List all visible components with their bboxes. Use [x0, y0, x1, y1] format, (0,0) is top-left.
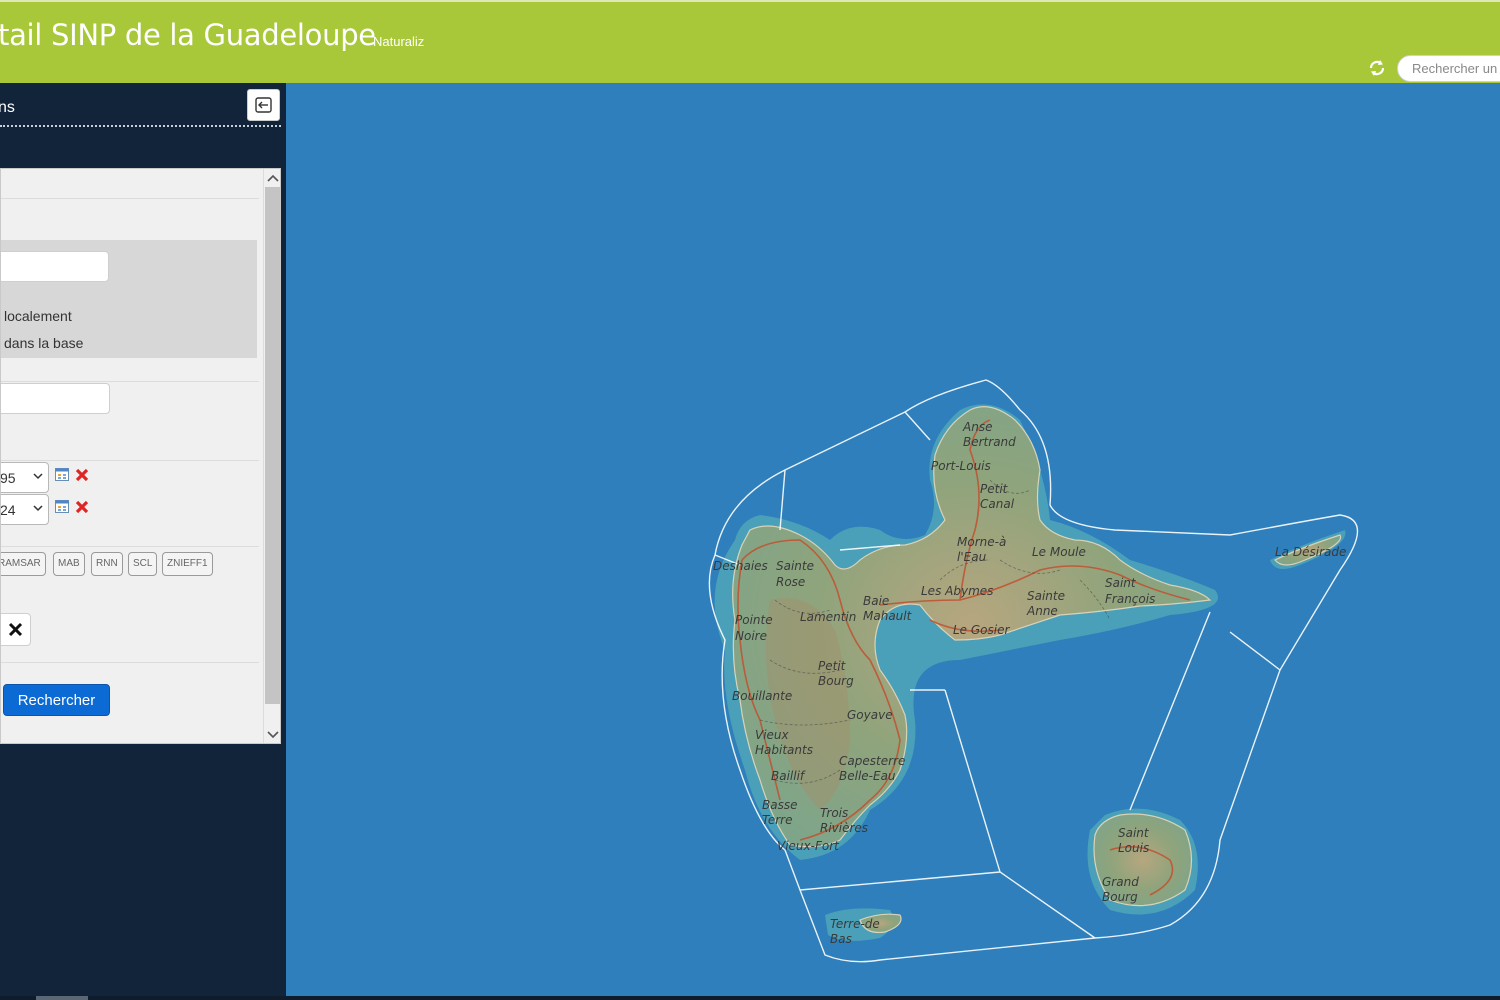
- town-label: La Désirade: [1275, 545, 1346, 559]
- town-label: Noire: [735, 629, 767, 643]
- town-label: l'Eau: [957, 550, 987, 564]
- status-bar-segment: [36, 996, 88, 1000]
- section-divider: [1, 546, 259, 547]
- town-label: Anse: [962, 420, 992, 434]
- clear-date-from-icon[interactable]: [74, 467, 90, 483]
- search-input[interactable]: Rechercher un: [1397, 55, 1500, 82]
- panel-title: ns: [0, 99, 15, 116]
- town-label: Sainte: [776, 559, 814, 573]
- town-label: Saint: [1118, 826, 1150, 840]
- town-label: Canal: [980, 497, 1015, 511]
- date-to-value: 24: [0, 502, 16, 518]
- map-view[interactable]: Anse Bertrand Port-Louis Petit Canal Mor…: [286, 83, 1500, 996]
- town-label: Mahault: [863, 609, 913, 623]
- town-label: Capesterre: [839, 754, 905, 768]
- search-form: localement dans la base 95 24 RAMSAR MAB…: [0, 168, 281, 744]
- town-label: Les Abymes: [921, 584, 993, 598]
- town-label: Habitants: [755, 743, 813, 757]
- town-label: Baillif: [771, 769, 806, 783]
- location-option-base[interactable]: dans la base: [4, 335, 83, 351]
- refresh-icon[interactable]: [1367, 58, 1387, 78]
- app-subtitle: Naturaliz: [373, 34, 425, 49]
- town-label: Goyave: [847, 708, 893, 722]
- town-label: Petit: [980, 482, 1009, 496]
- chevron-down-icon: [33, 473, 43, 480]
- town-label: Bourg: [1102, 890, 1138, 904]
- scroll-down-icon[interactable]: [267, 730, 279, 740]
- section-divider: [1, 460, 259, 461]
- town-label: Anne: [1026, 604, 1058, 618]
- section-divider: [1, 662, 259, 663]
- town-label: Bas: [830, 932, 852, 946]
- map-canvas[interactable]: Anse Bertrand Port-Louis Petit Canal Mor…: [286, 83, 1500, 996]
- town-label: Baie: [863, 594, 889, 608]
- town-label: Terre-de: [830, 917, 880, 931]
- town-label: Bouillante: [732, 689, 792, 703]
- town-label: François: [1105, 592, 1155, 606]
- section-divider: [1, 381, 259, 382]
- town-label: Trois: [820, 806, 848, 820]
- town-label: Grand: [1102, 875, 1139, 889]
- section-divider: [1, 198, 259, 199]
- town-label: Vieux-Fort: [777, 839, 840, 853]
- town-label: Belle-Eau: [839, 769, 896, 783]
- town-label: Le Moule: [1032, 545, 1086, 559]
- calendar-icon[interactable]: [55, 500, 69, 513]
- town-label: Deshaies: [713, 559, 768, 573]
- scrollbar-thumb[interactable]: [265, 187, 280, 704]
- clear-date-to-icon[interactable]: [74, 499, 90, 515]
- town-label: Sainte: [1027, 589, 1065, 603]
- town-label: Terre: [762, 813, 792, 827]
- town-label: Louis: [1118, 841, 1149, 855]
- form-scrollbar[interactable]: [263, 169, 280, 743]
- town-label: Rose: [776, 575, 805, 589]
- date-from-value: 95: [0, 470, 16, 486]
- town-label: Le Gosier: [953, 623, 1010, 637]
- town-label: Morne-à: [957, 535, 1006, 549]
- arrow-left-icon: [255, 97, 272, 113]
- search-button[interactable]: Rechercher: [3, 684, 110, 716]
- scroll-up-icon[interactable]: [267, 173, 279, 183]
- tag-ramsar[interactable]: RAMSAR: [1, 552, 46, 576]
- town-label: Saint: [1105, 576, 1137, 590]
- clear-filters-button[interactable]: [1, 613, 31, 646]
- town-label: Petit: [818, 659, 847, 673]
- town-label: Port-Louis: [931, 459, 991, 473]
- side-panel: ns localement dans la base 95 24 RAMSAR …: [0, 83, 286, 996]
- app-title: tail SINP de la Guadeloupe: [0, 18, 376, 52]
- town-label: Bourg: [818, 674, 854, 688]
- town-label: Basse: [762, 798, 797, 812]
- date-from-select[interactable]: 95: [0, 462, 49, 493]
- town-label: Lamentin: [800, 610, 856, 624]
- town-label: Vieux: [755, 728, 790, 742]
- panel-title-divider: [0, 125, 281, 127]
- close-icon: [8, 622, 23, 637]
- tag-znieff1[interactable]: ZNIEFF1: [162, 552, 213, 576]
- tag-rnn[interactable]: RNN: [91, 552, 123, 576]
- tag-scl[interactable]: SCL: [128, 552, 158, 576]
- taxon-input[interactable]: [1, 383, 110, 414]
- calendar-icon[interactable]: [55, 468, 69, 481]
- town-label: Bertrand: [963, 435, 1016, 449]
- tag-mab[interactable]: MAB: [53, 552, 85, 576]
- collapse-panel-button[interactable]: [247, 89, 280, 121]
- date-to-select[interactable]: 24: [0, 494, 49, 525]
- town-label: Pointe: [735, 613, 773, 627]
- status-bar: [0, 996, 1500, 1000]
- app-header: tail SINP de la Guadeloupe Naturaliz Rec…: [0, 0, 1500, 83]
- location-input[interactable]: [1, 251, 109, 282]
- location-option-local[interactable]: localement: [4, 308, 72, 324]
- town-label: Rivières: [820, 821, 868, 835]
- chevron-down-icon: [33, 505, 43, 512]
